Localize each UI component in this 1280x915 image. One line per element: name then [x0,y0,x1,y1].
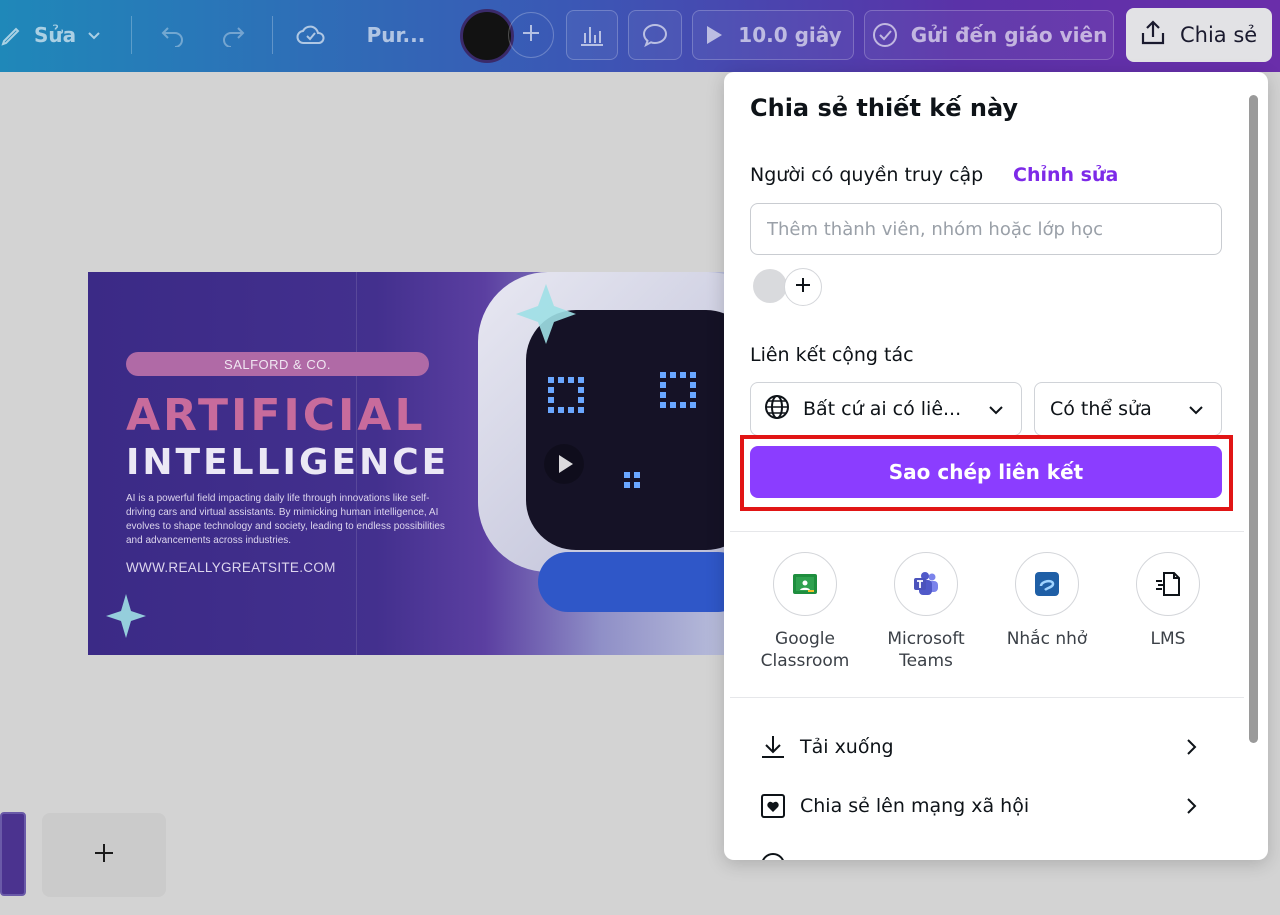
chevron-right-icon [1182,737,1200,762]
design-page[interactable]: SALFORD & CO. ARTIFICIAL INTELLIGENCE AI… [88,272,728,655]
avatar [753,269,787,303]
share-google-classroom[interactable]: Google Classroom [751,552,859,672]
insights-button[interactable] [566,10,618,60]
chevron-down-icon [1187,401,1205,424]
body-text: AI is a powerful field impacting daily l… [126,493,445,546]
plus-icon [92,841,116,869]
app-label-line1: LMS [1150,629,1186,649]
chevron-down-icon [86,27,102,43]
collab-link-label: Liên kết cộng tác [750,344,914,366]
share-panel: Chia sẻ thiết kế này Người có quyền truy… [724,72,1268,860]
social-share-icon [760,793,800,819]
link-access-value: Bất cứ ai có liê... [803,398,962,420]
app-label-line2: Classroom [760,651,850,671]
redo-button[interactable] [210,10,256,60]
comment-icon [641,22,669,48]
menu-item-social-share[interactable]: Chia sẻ lên mạng xã hội [760,781,1200,831]
video-play-icon[interactable] [544,444,584,484]
permission-value: Có thể sửa [1050,398,1152,420]
app-label-line2: Teams [899,651,953,671]
share-microsoft-teams[interactable]: Microsoft Teams [872,552,980,672]
check-circle-icon [871,21,899,49]
bar-chart-icon [579,23,605,47]
download-icon [760,734,800,760]
project-name[interactable]: Pur... [356,10,436,60]
save-status-button[interactable] [288,10,334,60]
lms-icon [1136,552,1200,616]
cloud-check-icon [296,23,326,47]
plus-icon [794,276,812,298]
access-label: Người có quyền truy cập [750,164,984,186]
link-access-dropdown[interactable]: Bất cứ ai có liê... [750,382,1022,436]
app-label-line1: Nhắc nhở [1006,629,1088,649]
share-button[interactable]: Chia sẻ [1126,8,1272,62]
page-thumbnail[interactable] [0,812,26,896]
company-pill: SALFORD & CO. [126,352,429,376]
edit-menu-button[interactable]: Sửa [0,10,112,60]
microsoft-teams-icon [894,552,958,616]
color-swatch[interactable] [460,9,514,63]
menu-item-label: Tải xuống [800,736,894,758]
undo-icon [160,23,186,47]
divider [730,531,1244,532]
add-member-input[interactable] [750,203,1222,255]
add-member-button[interactable] [784,268,822,306]
present-timing-button[interactable]: 10.0 giây [692,10,854,60]
comment-button[interactable] [628,10,682,60]
globe-icon [763,393,791,426]
app-label-line1: Google [775,629,835,649]
undo-button[interactable] [150,10,196,60]
divider [730,697,1244,698]
edit-label: Sửa [34,23,77,47]
duration-label: 10.0 giây [738,23,842,47]
pencil-icon [0,23,24,47]
circle-icon [760,852,800,860]
redo-icon [220,23,246,47]
share-reminders[interactable]: Nhắc nhở [993,552,1101,650]
app-label-line1: Microsoft [887,629,965,649]
reminders-icon [1015,552,1079,616]
add-color-button[interactable] [508,12,554,58]
send-to-teacher-button[interactable]: Gửi đến giáo viên [864,10,1114,60]
share-label: Chia sẻ [1180,23,1258,47]
play-icon [704,24,724,46]
top-toolbar: Sửa Pur... 10.0 giây Gửi đến giáo viên C… [0,0,1280,72]
website-text: WWW.REALLYGREATSITE.COM [126,560,336,575]
panel-title: Chia sẻ thiết kế này [750,94,1019,122]
permission-dropdown[interactable]: Có thể sửa [1034,382,1222,436]
title-line-2: INTELLIGENCE [126,442,450,483]
add-page-button[interactable] [42,813,166,897]
share-lms[interactable]: LMS [1114,552,1222,650]
chevron-right-icon [1182,796,1200,821]
title-line-1: ARTIFICIAL [126,390,426,441]
menu-item-more[interactable] [760,840,1200,860]
copy-link-button[interactable]: Sao chép liên kết [750,446,1222,498]
chevron-down-icon [987,401,1005,424]
google-classroom-icon [773,552,837,616]
send-to-teacher-label: Gửi đến giáo viên [910,23,1108,47]
plus-icon [521,23,541,47]
panel-scrollbar[interactable] [1249,95,1258,743]
sparkle-icon [106,594,146,638]
upload-icon [1140,19,1166,52]
menu-item-download[interactable]: Tải xuống [760,722,1200,772]
access-edit-link[interactable]: Chỉnh sửa [1013,164,1118,186]
menu-item-label: Chia sẻ lên mạng xã hội [800,795,1030,817]
